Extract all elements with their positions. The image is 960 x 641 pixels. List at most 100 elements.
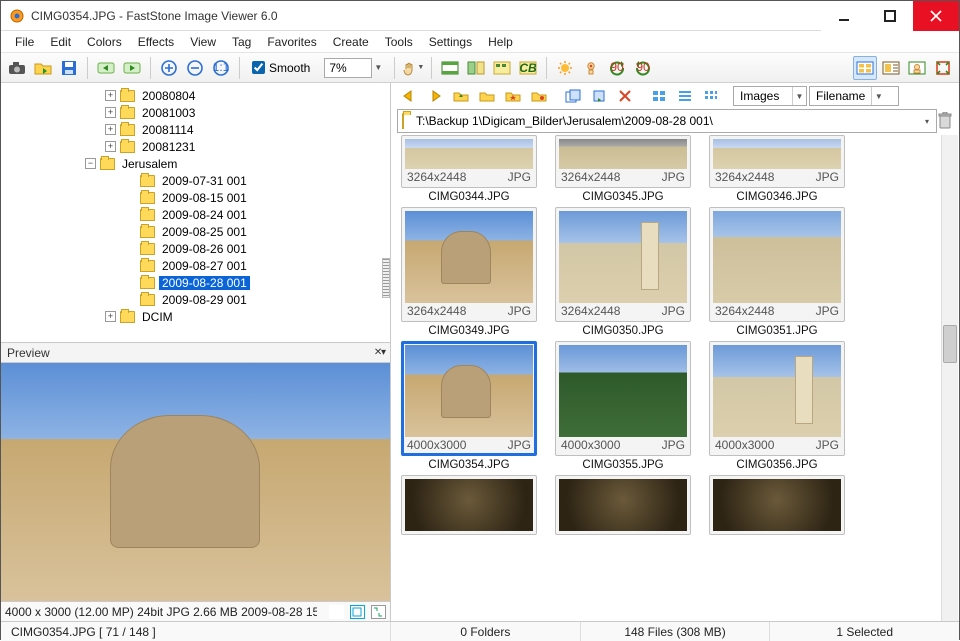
close-button[interactable] (913, 1, 959, 31)
expander-icon[interactable]: + (105, 124, 116, 135)
tree-item[interactable]: 2009-08-28 001 (5, 274, 390, 291)
tree-item[interactable]: +20081231 (5, 138, 390, 155)
svg-text:CB: CB (520, 61, 538, 75)
tree-item[interactable]: 2009-08-15 001 (5, 189, 390, 206)
brightness-icon[interactable] (553, 56, 577, 80)
view-large-icon[interactable] (647, 84, 671, 108)
expander-icon[interactable]: + (105, 107, 116, 118)
tree-item[interactable]: 2009-07-31 001 (5, 172, 390, 189)
thumbnail[interactable] (707, 475, 847, 535)
move-to-icon[interactable] (587, 84, 611, 108)
tree-item[interactable]: +DCIM (5, 308, 390, 325)
menu-edit[interactable]: Edit (42, 33, 79, 51)
ratio-11-button[interactable]: 1:1 (329, 605, 344, 619)
thumbnail[interactable] (399, 475, 539, 535)
vertical-scrollbar[interactable] (941, 135, 958, 621)
tree-item[interactable]: 2009-08-24 001 (5, 206, 390, 223)
copy-to-icon[interactable] (561, 84, 585, 108)
expander-icon[interactable]: + (105, 311, 116, 322)
smooth-checkbox[interactable] (252, 61, 265, 74)
view-thumbs-icon[interactable] (853, 56, 877, 80)
maximize-button[interactable] (867, 1, 913, 31)
scrollbar-thumb[interactable] (943, 325, 957, 363)
thumbnail[interactable] (553, 475, 693, 535)
thumbnail[interactable]: 3264x2448JPGCIMG0345.JPG (553, 135, 693, 203)
zoom-in-icon[interactable] (157, 56, 181, 80)
menu-file[interactable]: File (7, 33, 42, 51)
menu-view[interactable]: View (182, 33, 224, 51)
tag-folder-icon[interactable] (527, 84, 551, 108)
menu-effects[interactable]: Effects (130, 33, 182, 51)
slideshow-icon[interactable] (438, 56, 462, 80)
trash-icon[interactable] (933, 109, 957, 133)
splitter-handle[interactable] (382, 258, 390, 298)
minimize-button[interactable] (821, 1, 867, 31)
menu-settings[interactable]: Settings (421, 33, 480, 51)
history-forward-icon[interactable] (423, 84, 447, 108)
open-folder-icon[interactable] (31, 56, 55, 80)
thumbnail[interactable]: 3264x2448JPGCIMG0351.JPG (707, 207, 847, 337)
tree-item[interactable]: +20081003 (5, 104, 390, 121)
menu-tools[interactable]: Tools (377, 33, 421, 51)
menu-favorites[interactable]: Favorites (259, 33, 324, 51)
tree-item[interactable]: −Jerusalem (5, 155, 390, 172)
folder-tree[interactable]: +20080804+20081003+20081114+20081231−Jer… (1, 83, 390, 343)
view-small-icon[interactable] (699, 84, 723, 108)
expander-icon[interactable]: + (105, 141, 116, 152)
menu-help[interactable]: Help (480, 33, 521, 51)
tree-item[interactable]: +20081114 (5, 121, 390, 138)
redeye-icon[interactable] (579, 56, 603, 80)
tree-item[interactable]: +20080804 (5, 87, 390, 104)
thumbnail[interactable]: 3264x2448JPGCIMG0349.JPG (399, 207, 539, 337)
thumbnail[interactable]: 3264x2448JPGCIMG0350.JPG (553, 207, 693, 337)
builder-icon[interactable]: CB (516, 56, 540, 80)
folder-up-icon[interactable] (449, 84, 473, 108)
fullscreen-icon[interactable] (931, 56, 955, 80)
view-detail-icon[interactable] (879, 56, 903, 80)
contact-sheet-icon[interactable] (490, 56, 514, 80)
expander-icon[interactable]: − (85, 158, 96, 169)
path-bar[interactable]: T:\Backup 1\Digicam_Bilder\Jerusalem\200… (397, 109, 937, 133)
delete-icon[interactable] (613, 84, 637, 108)
thumbnail[interactable]: 4000x3000JPGCIMG0356.JPG (707, 341, 847, 471)
tree-item[interactable]: 2009-08-25 001 (5, 223, 390, 240)
view-single-icon[interactable] (905, 56, 929, 80)
thumbnail[interactable]: 3264x2448JPGCIMG0346.JPG (707, 135, 847, 203)
menu-create[interactable]: Create (325, 33, 377, 51)
nav-forward-icon[interactable] (120, 56, 144, 80)
collapse-icon[interactable]: ✕ ▾ (374, 347, 384, 358)
tree-item[interactable]: 2009-08-26 001 (5, 240, 390, 257)
smooth-toggle[interactable]: Smooth (252, 61, 310, 75)
menu-tag[interactable]: Tag (224, 33, 259, 51)
save-icon[interactable] (57, 56, 81, 80)
preview-area[interactable] (1, 363, 390, 601)
fit-button[interactable] (350, 605, 365, 619)
filter-combo[interactable]: Images▼ (733, 86, 807, 106)
zoom-value-input[interactable] (324, 58, 372, 78)
preview-header[interactable]: Preview ✕ ▾ (1, 343, 390, 363)
thumbnail[interactable]: 4000x3000JPGCIMG0354.JPG (399, 341, 539, 471)
compare-icon[interactable] (464, 56, 488, 80)
thumbnail[interactable]: 4000x3000JPGCIMG0355.JPG (553, 341, 693, 471)
sort-combo[interactable]: Filename▼ (809, 86, 899, 106)
zoom-actual-icon[interactable]: 1:1 (209, 56, 233, 80)
nav-back-icon[interactable] (94, 56, 118, 80)
favorites-folder-icon[interactable] (501, 84, 525, 108)
zoom-out-icon[interactable] (183, 56, 207, 80)
hand-tool-icon[interactable]: ▼ (401, 56, 425, 80)
rotate-right-icon[interactable]: 90 (631, 56, 655, 80)
expander-icon[interactable]: + (105, 90, 116, 101)
menu-colors[interactable]: Colors (79, 33, 130, 51)
folder-home-icon[interactable] (475, 84, 499, 108)
tree-item[interactable]: 2009-08-29 001 (5, 291, 390, 308)
folder-icon (140, 260, 155, 272)
history-back-icon[interactable] (397, 84, 421, 108)
thumbnail[interactable]: 3264x2448JPGCIMG0344.JPG (399, 135, 539, 203)
crop-button[interactable] (371, 605, 386, 619)
rotate-left-icon[interactable]: 90 (605, 56, 629, 80)
thumbnail-grid[interactable]: 3264x2448JPGCIMG0344.JPG3264x2448JPGCIMG… (391, 135, 959, 621)
zoom-combo[interactable]: ▼ (324, 58, 382, 78)
view-list-icon[interactable] (673, 84, 697, 108)
acquire-icon[interactable] (5, 56, 29, 80)
tree-item[interactable]: 2009-08-27 001 (5, 257, 390, 274)
